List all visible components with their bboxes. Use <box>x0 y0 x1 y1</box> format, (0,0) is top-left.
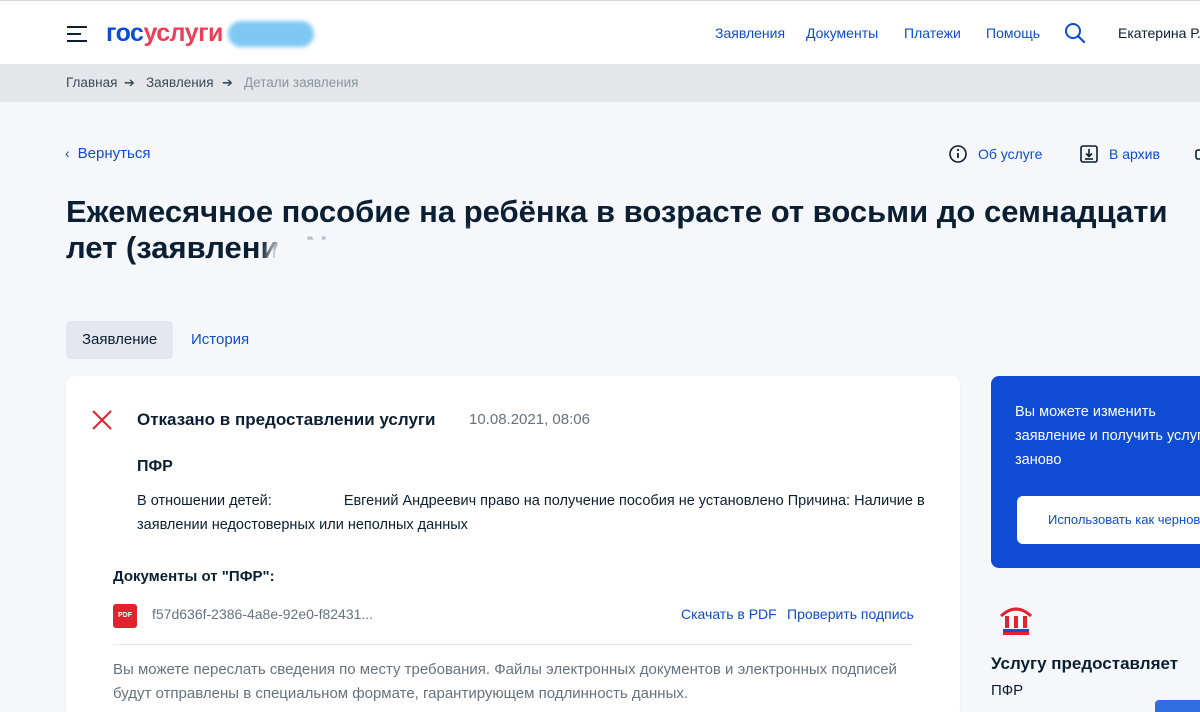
forward-note: Вы можете переслать сведения по месту тр… <box>113 661 897 702</box>
redacted-blur <box>228 21 314 47</box>
change-application-card: Вы можете изменить заявление и получить … <box>991 376 1200 568</box>
chat-button[interactable] <box>1155 700 1200 712</box>
status-title: Отказано в предоставлении услуги <box>137 410 436 429</box>
tab-history[interactable]: История <box>175 321 265 359</box>
provider-name: ПФР <box>991 682 1024 699</box>
tab-application[interactable]: Заявление <box>66 321 174 359</box>
pdf-icon: PDF <box>113 604 137 628</box>
back-link[interactable]: ‹ Вернуться <box>65 145 150 162</box>
nav-payments[interactable]: Платежи <box>904 25 961 41</box>
nav-applications[interactable]: Заявления <box>715 25 785 41</box>
file-name[interactable]: f57d636f-2386-4a8e-92e0-f82431... <box>152 606 373 622</box>
top-header: госуслуги Заявления Документы Платежи По… <box>0 0 1200 64</box>
status-date: 10.08.2021, 08:06 <box>469 411 590 428</box>
nav-help[interactable]: Помощь <box>986 25 1040 41</box>
download-pdf-link[interactable]: Скачать в PDF <box>681 606 777 622</box>
redacted-blur <box>275 240 505 270</box>
archive-icon <box>1080 145 1098 163</box>
breadcrumb-home[interactable]: Главная <box>66 75 117 90</box>
info-icon <box>949 145 967 163</box>
chevron-left-icon: ‹ <box>65 145 70 161</box>
provider-label: Услугу предоставляет <box>991 654 1179 673</box>
pfr-logo-icon <box>999 607 1033 635</box>
archive-button[interactable]: В архив <box>1079 144 1160 164</box>
close-icon <box>92 410 112 430</box>
user-name[interactable]: Екатерина Р. <box>1118 25 1200 41</box>
breadcrumb-current: Детали заявления <box>244 75 359 90</box>
verify-signature-link[interactable]: Проверить подпись <box>787 606 914 622</box>
menu-icon[interactable] <box>67 26 87 42</box>
print-icon <box>1195 149 1200 160</box>
nav-documents[interactable]: Документы <box>806 25 878 41</box>
print-button[interactable] <box>1194 144 1200 164</box>
about-service-button[interactable]: Об услуге <box>948 144 1042 164</box>
breadcrumb-arrow-icon: ➔ <box>124 75 135 90</box>
divider <box>113 644 913 645</box>
breadcrumb-applications[interactable]: Заявления <box>146 75 214 90</box>
application-status-card: Отказано в предоставлении услуги 10.08.2… <box>66 376 960 712</box>
use-as-draft-button[interactable]: Использовать как черновик <box>1017 496 1200 544</box>
page-title: Ежемесячное пособие на ребёнка в возраст… <box>66 194 1168 265</box>
gosuslugi-logo[interactable]: госуслуги <box>106 19 223 48</box>
documents-title: Документы от "ПФР": <box>113 568 275 585</box>
search-icon[interactable] <box>1064 22 1086 44</box>
org-name: ПФР <box>137 458 173 475</box>
breadcrumb: Главная ➔ Заявления ➔ Детали заявления <box>0 64 1200 102</box>
breadcrumb-arrow-icon: ➔ <box>222 75 233 90</box>
status-detail: В отношении детей: Евгений Андреевич прав… <box>137 493 925 533</box>
change-application-text: Вы можете изменить заявление и получить … <box>1015 404 1200 468</box>
